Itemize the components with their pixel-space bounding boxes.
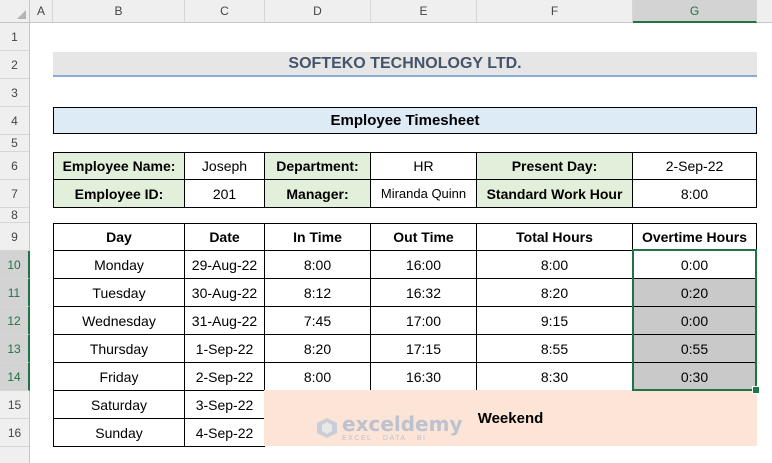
row-header-8[interactable]: 8: [0, 208, 30, 223]
column-header-f[interactable]: F: [477, 0, 633, 23]
fill-handle[interactable]: [752, 386, 760, 394]
column-header-overflow: [757, 0, 772, 23]
select-all-corner[interactable]: [0, 0, 30, 23]
column-header-c[interactable]: C: [185, 0, 265, 23]
out-time-cell[interactable]: 16:32: [371, 279, 477, 307]
in-time-cell[interactable]: 7:45: [265, 307, 371, 335]
employee-id-value[interactable]: 201: [185, 180, 265, 208]
employee-name-label: Employee Name:: [53, 152, 185, 180]
row-header-6[interactable]: 6: [0, 152, 30, 180]
out-time-cell[interactable]: 16:30: [371, 363, 477, 391]
table-header-in-time: In Time: [265, 223, 371, 251]
out-time-cell[interactable]: 16:00: [371, 251, 477, 279]
manager-value[interactable]: Miranda Quinn: [371, 180, 477, 208]
row-header-12[interactable]: 12: [0, 307, 30, 335]
column-header-b[interactable]: B: [53, 0, 185, 23]
day-cell[interactable]: Monday: [53, 251, 185, 279]
present-day-value[interactable]: 2-Sep-22: [633, 152, 757, 180]
row-header-overflow: [0, 447, 30, 463]
spreadsheet: A B C D E F G 1 2 3 4 5 6 7 8 9 10 11 12…: [0, 0, 772, 463]
date-cell[interactable]: 31-Aug-22: [185, 307, 265, 335]
standard-work-hour-value[interactable]: 8:00: [633, 180, 757, 208]
day-cell[interactable]: Saturday: [53, 391, 185, 419]
total-hours-cell[interactable]: 8:55: [477, 335, 633, 363]
day-cell[interactable]: Thursday: [53, 335, 185, 363]
day-cell[interactable]: Friday: [53, 363, 185, 391]
row-header-10[interactable]: 10: [0, 251, 30, 279]
row-header-15[interactable]: 15: [0, 391, 30, 419]
column-header-d[interactable]: D: [265, 0, 371, 23]
overtime-cell[interactable]: 0:55: [633, 335, 757, 363]
row-header-9[interactable]: 9: [0, 223, 30, 251]
employee-name-value[interactable]: Joseph: [185, 152, 265, 180]
overtime-cell[interactable]: 0:20: [633, 279, 757, 307]
in-time-cell[interactable]: 8:00: [265, 363, 371, 391]
row-header-7[interactable]: 7: [0, 180, 30, 208]
department-value[interactable]: HR: [371, 152, 477, 180]
row-header-1[interactable]: 1: [0, 23, 30, 51]
row-header-13[interactable]: 13: [0, 335, 30, 363]
table-header-day: Day: [53, 223, 185, 251]
employee-id-label: Employee ID:: [53, 180, 185, 208]
row-header-3[interactable]: 3: [0, 79, 30, 107]
standard-work-hour-label: Standard Work Hour: [477, 180, 633, 208]
date-cell[interactable]: 30-Aug-22: [185, 279, 265, 307]
row-header-11[interactable]: 11: [0, 279, 30, 307]
date-cell[interactable]: 2-Sep-22: [185, 363, 265, 391]
company-title: SOFTEKO TECHNOLOGY LTD.: [53, 52, 757, 77]
exceldemy-logo-icon: [317, 418, 337, 438]
out-time-cell[interactable]: 17:00: [371, 307, 477, 335]
column-header-e[interactable]: E: [371, 0, 477, 23]
row-header-14[interactable]: 14: [0, 363, 30, 391]
total-hours-cell[interactable]: 8:00: [477, 251, 633, 279]
day-cell[interactable]: Wednesday: [53, 307, 185, 335]
total-hours-cell[interactable]: 9:15: [477, 307, 633, 335]
overtime-cell[interactable]: 0:30: [633, 363, 757, 391]
total-hours-cell[interactable]: 8:30: [477, 363, 633, 391]
column-header-a[interactable]: A: [30, 0, 53, 23]
watermark-tagline: EXCEL · DATA · BI: [342, 435, 427, 442]
day-cell[interactable]: Sunday: [53, 419, 185, 447]
in-time-cell[interactable]: 8:12: [265, 279, 371, 307]
column-header-g[interactable]: G: [633, 0, 757, 23]
present-day-label: Present Day:: [477, 152, 633, 180]
table-header-date: Date: [185, 223, 265, 251]
date-cell[interactable]: 1-Sep-22: [185, 335, 265, 363]
manager-label: Manager:: [265, 180, 371, 208]
table-header-out-time: Out Time: [371, 223, 477, 251]
in-time-cell[interactable]: 8:20: [265, 335, 371, 363]
table-header-overtime-hours: Overtime Hours: [633, 223, 757, 251]
out-time-cell[interactable]: 17:15: [371, 335, 477, 363]
date-cell[interactable]: 29-Aug-22: [185, 251, 265, 279]
watermark-name: exceldemy: [342, 412, 463, 436]
table-header-total-hours: Total Hours: [477, 223, 633, 251]
row-header-2[interactable]: 2: [0, 51, 30, 79]
row-header-16[interactable]: 16: [0, 419, 30, 447]
in-time-cell[interactable]: 8:00: [265, 251, 371, 279]
date-cell[interactable]: 3-Sep-22: [185, 391, 265, 419]
row-header-4[interactable]: 4: [0, 107, 30, 135]
exceldemy-watermark: exceldemy EXCEL · DATA · BI: [316, 414, 463, 442]
day-cell[interactable]: Tuesday: [53, 279, 185, 307]
date-cell[interactable]: 4-Sep-22: [185, 419, 265, 447]
overtime-cell[interactable]: 0:00: [633, 251, 757, 279]
overtime-cell[interactable]: 0:00: [633, 307, 757, 335]
total-hours-cell[interactable]: 8:20: [477, 279, 633, 307]
sheet-subtitle: Employee Timesheet: [53, 107, 757, 134]
row-header-5[interactable]: 5: [0, 135, 30, 152]
weekend-label: Weekend: [477, 409, 544, 427]
department-label: Department:: [265, 152, 371, 180]
